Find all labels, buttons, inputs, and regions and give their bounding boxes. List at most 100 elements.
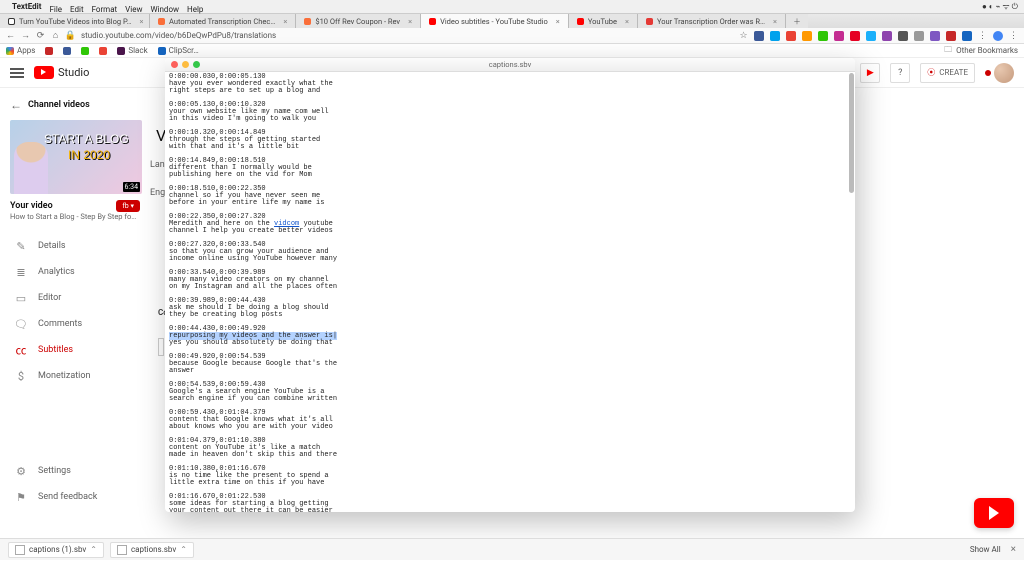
download-item[interactable]: captions (1).sbv ⌃ [8, 542, 104, 558]
ext-icon[interactable] [818, 31, 828, 41]
reload-button-icon[interactable]: ⟳ [36, 31, 45, 40]
ext-icon[interactable] [914, 31, 924, 41]
window-close-icon[interactable] [171, 61, 178, 68]
window-zoom-icon[interactable] [193, 61, 200, 68]
tab-rev-2[interactable]: $10 Off Rev Coupon - Rev× [296, 14, 421, 28]
create-camera-icon: ⦿ [927, 67, 935, 78]
play-icon [989, 506, 999, 520]
thumbnail-person [14, 142, 48, 194]
menu-icon: ⚑ [14, 490, 28, 504]
studio-logo[interactable]: Studio [34, 66, 89, 79]
other-bookmarks[interactable]: Other Bookmarks [956, 46, 1018, 55]
home-button-icon[interactable]: ⌂ [51, 31, 60, 40]
ext-icon[interactable] [786, 31, 796, 41]
tab-rev-1[interactable]: Automated Transcription Chec…× [150, 14, 296, 28]
back-arrow-icon: ← [10, 98, 22, 112]
ext-icon[interactable] [850, 31, 860, 41]
ext-icon[interactable] [946, 31, 956, 41]
tab-close-icon[interactable]: × [140, 17, 144, 26]
ext-icon[interactable] [834, 31, 844, 41]
lock-icon[interactable]: 🔒 [66, 31, 75, 40]
menu-icon: ▭ [14, 291, 28, 305]
sidebar-item-details[interactable]: ✎Details [4, 233, 146, 259]
window-title: captions.sbv [489, 60, 531, 69]
tab-close-icon[interactable]: × [556, 17, 560, 26]
chevron-up-icon[interactable]: ⌃ [90, 545, 97, 554]
your-video-label: Your video [10, 201, 53, 211]
sidebar-item-comments[interactable]: 🗨Comments [4, 311, 146, 337]
forward-button-icon[interactable]: → [21, 31, 30, 40]
ext-icon[interactable] [962, 31, 972, 41]
sidebar-item-settings[interactable]: ⚙Settings [4, 458, 146, 484]
menu-help[interactable]: Help [187, 5, 203, 14]
download-item[interactable]: captions.sbv ⌃ [110, 542, 194, 558]
sidebar-item-analytics[interactable]: ≣Analytics [4, 259, 146, 285]
profile-icon[interactable] [993, 31, 1003, 41]
menu-view[interactable]: View [125, 5, 142, 14]
ext-icon[interactable] [770, 31, 780, 41]
scrollbar-thumb[interactable] [849, 73, 854, 193]
sidebar-item-send-feedback[interactable]: ⚑Send feedback [4, 484, 146, 510]
youtube-pip[interactable] [974, 498, 1014, 528]
ext-icon[interactable] [898, 31, 908, 41]
show-all-downloads[interactable]: Show All [970, 545, 1001, 554]
back-button-icon[interactable]: ← [6, 31, 15, 40]
tab-close-icon[interactable]: × [283, 17, 287, 26]
ext-icon[interactable] [930, 31, 940, 41]
favicon-notion-icon [8, 18, 15, 25]
thumb-duration: 6:34 [123, 182, 141, 192]
notification-badge [985, 70, 991, 76]
menu-edit[interactable]: Edit [70, 5, 84, 14]
new-tab-button[interactable]: ＋ [786, 14, 808, 28]
hamburger-icon[interactable] [10, 68, 24, 78]
tab-youtube-studio[interactable]: Video subtitles - YouTube Studio× [421, 14, 569, 28]
window-titlebar[interactable]: captions.sbv [165, 58, 855, 72]
close-shelf-icon[interactable]: × [1011, 544, 1016, 555]
bookmark-icon[interactable] [99, 47, 107, 55]
bookmark-clipscribe[interactable]: ClipScr… [158, 46, 199, 55]
sbv-text[interactable]: 0:00:00.030,0:00:05.130 have you ever wo… [165, 72, 855, 512]
sidebar-item-monetization[interactable]: $Monetization [4, 363, 146, 389]
ext-overflow-icon[interactable]: ⋮ [978, 31, 987, 40]
address-url[interactable]: studio.youtube.com/video/b6DeQwPdPu8/tra… [81, 31, 276, 40]
menu-file[interactable]: File [49, 5, 62, 14]
bookmark-slack[interactable]: Slack [117, 46, 147, 55]
textedit-window[interactable]: captions.sbv 0:00:00.030,0:00:05.130 hav… [165, 58, 855, 512]
tab-close-icon[interactable]: × [625, 17, 629, 26]
bookmark-icon[interactable] [45, 47, 53, 55]
tab-label: YouTube [588, 17, 617, 26]
ext-icon[interactable] [866, 31, 876, 41]
browser-toolbar: ← → ⟳ ⌂ 🔒 studio.youtube.com/video/b6DeQ… [0, 28, 1024, 44]
tab-notion[interactable]: Turn YouTube Videos into Blog P…× [0, 14, 150, 28]
chrome-menu-icon[interactable]: ⋮ [1009, 31, 1018, 40]
sidebar-item-editor[interactable]: ▭Editor [4, 285, 146, 311]
favicon-gmail-icon [646, 18, 653, 25]
chevron-up-icon[interactable]: ⌃ [180, 545, 187, 554]
create-button[interactable]: ⦿ CREATE [920, 63, 975, 83]
star-icon[interactable]: ☆ [739, 31, 748, 40]
menu-format[interactable]: Format [92, 5, 118, 14]
menu-label: Analytics [38, 267, 75, 277]
menubar-app-name[interactable]: TextEdit [12, 2, 41, 11]
tab-gmail[interactable]: Your Transcription Order was R…× [638, 14, 786, 28]
window-minimize-icon[interactable] [182, 61, 189, 68]
menu-window[interactable]: Window [150, 5, 179, 14]
bookmark-apps[interactable]: Apps [6, 46, 35, 55]
tab-close-icon[interactable]: × [408, 17, 412, 26]
textedit-body[interactable]: 0:00:00.030,0:00:05.130 have you ever wo… [165, 72, 855, 512]
ext-icon[interactable] [802, 31, 812, 41]
bookmark-icon[interactable] [81, 47, 89, 55]
ext-icon[interactable] [882, 31, 892, 41]
help-icon[interactable]: ? [890, 63, 910, 83]
ext-icon[interactable] [754, 31, 764, 41]
video-thumbnail[interactable]: START A BLOG IN 2020 6:34 [10, 120, 142, 194]
bookmark-icon[interactable] [63, 47, 71, 55]
tubebuddy-icon[interactable]: ▶ [860, 63, 880, 83]
back-to-channel[interactable]: ← Channel videos [4, 94, 146, 120]
favicon-rev-icon [304, 18, 311, 25]
sidebar-item-subtitles[interactable]: ㏄Subtitles [4, 337, 146, 363]
tb-badge[interactable]: fb ▾ [116, 200, 140, 212]
avatar[interactable] [994, 63, 1014, 83]
tab-close-icon[interactable]: × [773, 17, 777, 26]
tab-youtube[interactable]: YouTube × [569, 14, 638, 28]
